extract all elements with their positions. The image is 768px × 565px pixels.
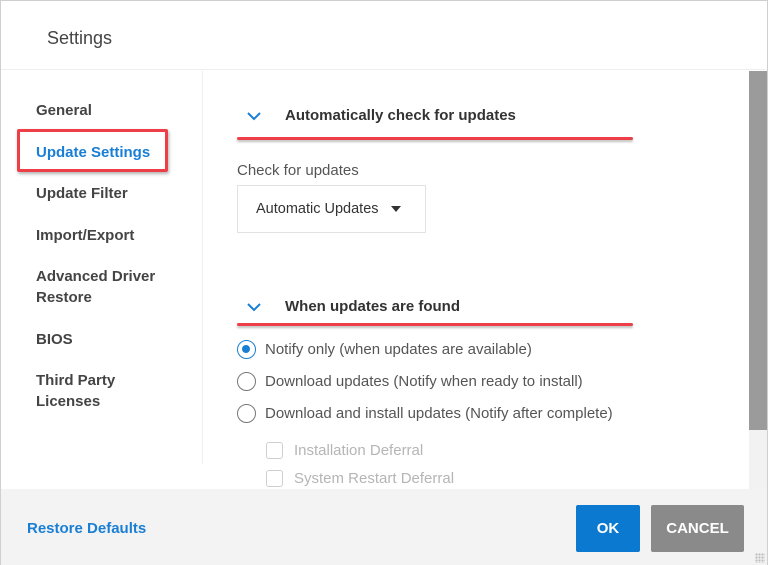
checkbox-installation-deferral: Installation Deferral — [266, 442, 423, 459]
cancel-button[interactable]: CANCEL — [651, 505, 744, 552]
radio-label: Download updates (Notify when ready to i… — [265, 373, 583, 390]
chevron-down-icon — [247, 302, 261, 311]
checkbox-disabled — [266, 470, 283, 487]
restore-defaults-link[interactable]: Restore Defaults — [27, 520, 146, 537]
sidebar-item-label-line2: Restore — [36, 289, 92, 306]
radio-button[interactable] — [237, 372, 256, 391]
check-for-updates-label: Check for updates — [237, 162, 359, 179]
radio-button[interactable] — [237, 404, 256, 423]
section-header-updates-found[interactable]: When updates are found — [237, 298, 460, 315]
sidebar-item-bios[interactable]: BIOS — [36, 329, 73, 350]
checkbox-disabled — [266, 442, 283, 459]
sidebar-item-import-export[interactable]: Import/Export — [36, 225, 134, 246]
ok-button[interactable]: OK — [576, 505, 640, 552]
sidebar-item-label-line1: Third Party — [36, 372, 116, 389]
section-title: Automatically check for updates — [285, 107, 516, 124]
sidebar-item-label-line1: Advanced Driver — [36, 268, 156, 285]
checkbox-system-restart-deferral: System Restart Deferral — [266, 470, 454, 487]
section-title: When updates are found — [285, 298, 461, 315]
radio-notify-only[interactable]: Notify only (when updates are available) — [237, 340, 532, 359]
annotation-underline — [237, 137, 633, 140]
sidebar-item-general[interactable]: General — [36, 100, 92, 121]
checkbox-label: System Restart Deferral — [294, 470, 455, 487]
check-for-updates-dropdown[interactable]: Automatic Updates — [237, 185, 426, 233]
annotation-highlight-box — [17, 129, 168, 172]
settings-dialog: Settings General Update Settings Update … — [0, 0, 768, 565]
annotation-underline — [237, 323, 633, 326]
radio-label: Download and install updates (Notify aft… — [265, 405, 613, 422]
checkbox-label: Installation Deferral — [294, 442, 424, 459]
vertical-scrollbar[interactable] — [749, 71, 767, 489]
dropdown-value: Automatic Updates — [256, 201, 379, 217]
dialog-title: Settings — [47, 28, 113, 48]
section-header-auto-check[interactable]: Automatically check for updates — [237, 107, 516, 124]
dialog-footer: Restore Defaults OK CANCEL — [1, 489, 767, 565]
radio-label: Notify only (when updates are available) — [265, 341, 532, 358]
chevron-down-icon — [247, 111, 261, 120]
settings-content-pane: Automatically check for updates Check fo… — [204, 71, 749, 489]
caret-down-icon — [390, 206, 401, 212]
resize-grip-icon[interactable] — [755, 553, 765, 563]
sidebar-item-label-line2: Licenses — [36, 393, 101, 410]
dialog-header: Settings — [1, 1, 767, 70]
radio-button-checked[interactable] — [237, 340, 256, 359]
radio-download-and-install[interactable]: Download and install updates (Notify aft… — [237, 404, 613, 423]
radio-download-updates[interactable]: Download updates (Notify when ready to i… — [237, 372, 583, 391]
sidebar-item-third-party-licenses[interactable]: Third Party Licenses — [36, 370, 115, 412]
sidebar-item-advanced-driver-restore[interactable]: Advanced Driver Restore — [36, 266, 155, 308]
scrollbar-thumb[interactable] — [749, 71, 767, 430]
sidebar-item-update-filter[interactable]: Update Filter — [36, 183, 128, 204]
